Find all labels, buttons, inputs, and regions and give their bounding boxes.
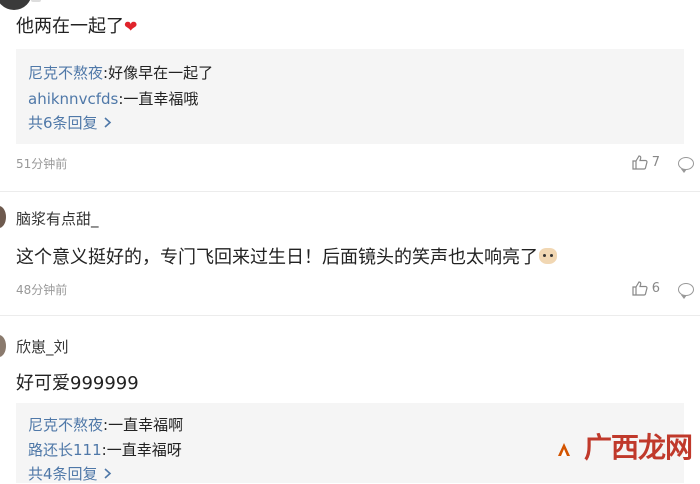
more-replies-label[interactable]: 共4条回复 [28, 465, 98, 483]
like-button[interactable]: 7 [632, 155, 660, 170]
avatar[interactable] [0, 335, 6, 357]
thumbs-up-icon [632, 281, 648, 296]
divider [0, 315, 700, 316]
reply-text: 一直幸福哦 [123, 90, 199, 108]
like-count: 6 [651, 281, 660, 296]
comment-body: 好可爱999999 [16, 373, 139, 394]
avatar[interactable] [0, 0, 32, 10]
watermark-text: 广西龙网 [583, 431, 693, 464]
reply-item[interactable]: ahiknnvcfds:一直幸福哦 [28, 88, 198, 109]
avatar[interactable] [0, 206, 6, 228]
reply-username[interactable]: 尼克不熬夜 [28, 416, 103, 434]
like-button[interactable]: 6 [632, 281, 660, 296]
reply-text: 一直幸福啊 [108, 416, 184, 434]
reply-text: 好像早在一起了 [108, 64, 214, 82]
comment-bubble-icon[interactable] [678, 157, 694, 173]
reply-username[interactable]: 路还长111 [28, 441, 102, 459]
comment-username[interactable]: 欣崽_刘 [16, 336, 69, 357]
comment-username[interactable]: 脑浆有点甜_ [16, 208, 99, 229]
comment-text: 好可爱999999 [16, 369, 139, 395]
comment-time: 51分钟前 [16, 157, 68, 171]
more-replies-link[interactable]: 共6条回复 [28, 112, 112, 133]
comment-body: 这个意义挺好的，专门飞回来过生日！后面镜头的笑声也太响亮了 [16, 247, 538, 268]
reply-username[interactable]: ahiknnvcfds [28, 90, 118, 108]
cat-emoji-icon [539, 248, 557, 264]
reply-text: 一直幸福呀 [106, 441, 182, 459]
comment-text: 这个意义挺好的，专门飞回来过生日！后面镜头的笑声也太响亮了 [16, 243, 557, 269]
reply-username[interactable]: 尼克不熬夜 [28, 64, 103, 82]
thumbs-up-icon [632, 155, 648, 170]
comment-text: 他两在一起了❤ [16, 12, 137, 38]
more-replies-label[interactable]: 共6条回复 [28, 114, 98, 132]
reply-preview-box[interactable]: 尼克不熬夜:好像早在一起了 ahiknnvcfds:一直幸福哦 共6条回复 [16, 49, 684, 144]
reply-item[interactable]: 尼克不熬夜:好像早在一起了 [28, 62, 213, 83]
more-replies-link[interactable]: 共4条回复 [28, 463, 112, 484]
reply-item[interactable]: 路还长111:一直幸福呀 [28, 439, 182, 460]
like-count: 7 [651, 155, 660, 170]
chevron-right-icon [104, 468, 112, 479]
divider [0, 191, 700, 192]
watermark-logo-icon [558, 443, 570, 456]
chevron-right-icon [104, 117, 112, 128]
comment-time: 48分钟前 [16, 283, 68, 297]
comment-bubble-icon[interactable] [678, 283, 694, 299]
username-fragment [31, 0, 41, 2]
heart-emoji-icon: ❤ [124, 17, 138, 36]
comment-body: 他两在一起了 [16, 16, 124, 37]
reply-item[interactable]: 尼克不熬夜:一直幸福啊 [28, 414, 183, 435]
